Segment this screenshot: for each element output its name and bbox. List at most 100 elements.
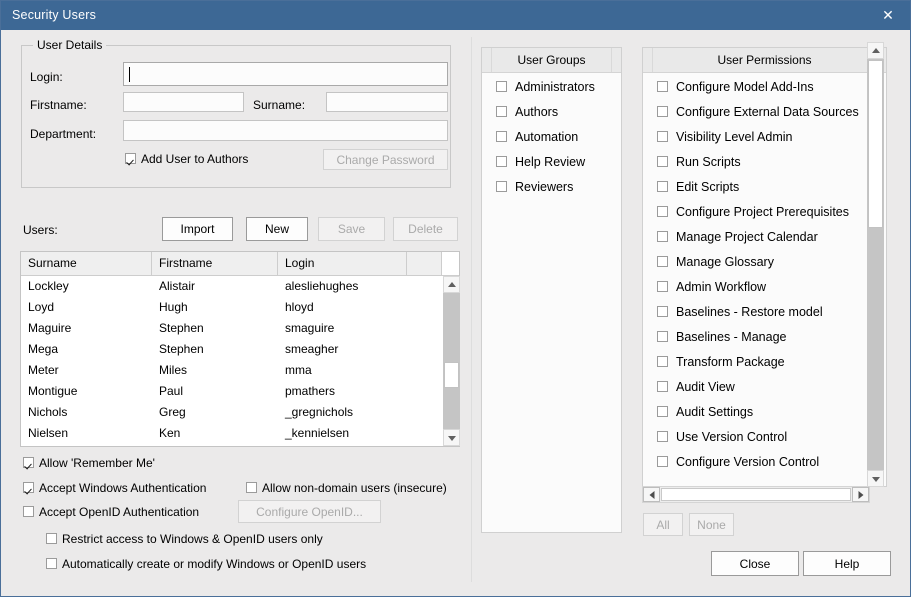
hscrollbar-thumb[interactable] bbox=[661, 488, 851, 501]
checkbox-box[interactable] bbox=[657, 231, 668, 242]
user-group-item[interactable]: Administrators bbox=[482, 75, 621, 100]
checkbox-box[interactable] bbox=[657, 206, 668, 217]
table-row[interactable]: NicholsGreg_gregnichols bbox=[21, 402, 459, 423]
checkbox-box[interactable] bbox=[657, 406, 668, 417]
user-group-item[interactable]: Automation bbox=[482, 125, 621, 150]
column-header-login[interactable]: Login bbox=[278, 252, 407, 275]
table-row[interactable]: MontiguePaulpmathers bbox=[21, 381, 459, 402]
user-permission-item[interactable]: Audit View bbox=[643, 375, 886, 400]
select-all-button[interactable]: All bbox=[643, 513, 683, 536]
change-password-button[interactable]: Change Password bbox=[323, 149, 448, 170]
users-table[interactable]: Surname Firstname Login LockleyAlistaira… bbox=[20, 251, 460, 447]
user-permission-item[interactable]: Manage Project Calendar bbox=[643, 225, 886, 250]
user-permission-item[interactable]: Audit Settings bbox=[643, 400, 886, 425]
checkbox-box[interactable] bbox=[657, 381, 668, 392]
checkbox-box[interactable] bbox=[657, 81, 668, 92]
checkbox-box[interactable] bbox=[657, 106, 668, 117]
scroll-right-button[interactable] bbox=[852, 487, 869, 502]
scrollbar-thumb[interactable] bbox=[868, 60, 883, 228]
table-row[interactable]: NielsenKen_kennielsen bbox=[21, 423, 459, 444]
checkbox-box[interactable] bbox=[657, 456, 668, 467]
user-permission-item[interactable]: Edit Scripts bbox=[643, 175, 886, 200]
scroll-down-button[interactable] bbox=[443, 429, 460, 446]
table-row[interactable]: MegaStephensmeagher bbox=[21, 339, 459, 360]
add-user-to-authors-checkbox[interactable]: Add User to Authors bbox=[125, 152, 248, 166]
close-button[interactable]: Close bbox=[711, 551, 799, 576]
scroll-up-button[interactable] bbox=[867, 42, 884, 59]
column-header-firstname[interactable]: Firstname bbox=[152, 252, 278, 275]
user-permission-item[interactable]: Baselines - Restore model bbox=[643, 300, 886, 325]
header-grip-right[interactable] bbox=[611, 48, 612, 72]
scroll-down-button[interactable] bbox=[867, 470, 884, 487]
accept-openid-auth-checkbox[interactable]: Accept OpenID Authentication bbox=[23, 505, 199, 519]
save-button[interactable]: Save bbox=[318, 217, 385, 241]
user-group-item[interactable]: Reviewers bbox=[482, 175, 621, 200]
checkbox-box[interactable] bbox=[657, 256, 668, 267]
new-button[interactable]: New bbox=[246, 217, 308, 241]
allow-non-domain-users-checkbox[interactable]: Allow non-domain users (insecure) bbox=[246, 481, 447, 495]
user-permission-label: Transform Package bbox=[676, 355, 785, 369]
user-permission-item[interactable]: Admin Workflow bbox=[643, 275, 886, 300]
checkbox-box[interactable] bbox=[496, 156, 507, 167]
checkbox-box[interactable] bbox=[657, 131, 668, 142]
user-permission-item[interactable]: Configure Model Add-Ins bbox=[643, 75, 886, 100]
scrollbar-track[interactable] bbox=[443, 293, 460, 429]
delete-button[interactable]: Delete bbox=[393, 217, 458, 241]
header-grip-left[interactable] bbox=[491, 48, 492, 72]
checkbox-box[interactable] bbox=[657, 306, 668, 317]
configure-openid-button[interactable]: Configure OpenID... bbox=[238, 500, 381, 523]
user-permission-item[interactable]: Manage Glossary bbox=[643, 250, 886, 275]
column-header-surname[interactable]: Surname bbox=[21, 252, 152, 275]
checkbox-box[interactable] bbox=[657, 181, 668, 192]
restrict-access-checkbox[interactable]: Restrict access to Windows & OpenID user… bbox=[46, 532, 323, 546]
table-cell: Stephen bbox=[152, 339, 278, 360]
users-label: Users: bbox=[23, 223, 58, 237]
checkbox-box[interactable] bbox=[657, 331, 668, 342]
select-none-button[interactable]: None bbox=[689, 513, 734, 536]
scrollbar-thumb[interactable] bbox=[444, 362, 459, 388]
department-input[interactable] bbox=[123, 120, 448, 141]
user-permission-item[interactable]: Run Scripts bbox=[643, 150, 886, 175]
table-row[interactable]: LoydHughhloyd bbox=[21, 297, 459, 318]
user-permission-item[interactable]: Use Version Control bbox=[643, 425, 886, 450]
header-grip-left[interactable] bbox=[652, 48, 653, 72]
auto-create-modify-checkbox[interactable]: Automatically create or modify Windows o… bbox=[46, 557, 366, 571]
user-permission-item[interactable]: Configure Project Prerequisites bbox=[643, 200, 886, 225]
table-row[interactable]: MaguireStephensmaguire bbox=[21, 318, 459, 339]
login-input[interactable] bbox=[123, 62, 448, 86]
scroll-left-button[interactable] bbox=[643, 487, 660, 502]
users-table-scrollbar[interactable] bbox=[443, 276, 460, 446]
user-permissions-title: User Permissions bbox=[643, 53, 886, 67]
user-permission-item[interactable]: Baselines - Manage bbox=[643, 325, 886, 350]
help-button[interactable]: Help bbox=[803, 551, 891, 576]
user-group-item[interactable]: Authors bbox=[482, 100, 621, 125]
firstname-input[interactable] bbox=[123, 92, 244, 112]
checkbox-box[interactable] bbox=[496, 106, 507, 117]
surname-input[interactable] bbox=[326, 92, 448, 112]
checkbox-box[interactable] bbox=[657, 356, 668, 367]
close-icon[interactable]: ✕ bbox=[866, 1, 910, 30]
table-row[interactable]: MeterMilesmma bbox=[21, 360, 459, 381]
save-label: Save bbox=[319, 218, 384, 241]
allow-remember-me-checkbox[interactable]: Allow 'Remember Me' bbox=[23, 456, 155, 470]
accept-windows-auth-checkbox[interactable]: Accept Windows Authentication bbox=[23, 481, 206, 495]
table-cell: Greg bbox=[152, 402, 278, 423]
user-permission-item[interactable]: Configure External Data Sources bbox=[643, 100, 886, 125]
permissions-scrollbar[interactable] bbox=[867, 42, 884, 487]
checkbox-box[interactable] bbox=[496, 131, 507, 142]
user-permission-item[interactable]: Configure Version Control bbox=[643, 450, 886, 475]
checkbox-box[interactable] bbox=[657, 281, 668, 292]
user-permission-item[interactable]: Visibility Level Admin bbox=[643, 125, 886, 150]
user-permission-label: Manage Glossary bbox=[676, 255, 774, 269]
table-row[interactable]: LockleyAlistairalesliehughes bbox=[21, 276, 459, 297]
checkbox-box[interactable] bbox=[496, 81, 507, 92]
permissions-hscrollbar[interactable] bbox=[642, 486, 870, 503]
checkbox-box[interactable] bbox=[496, 181, 507, 192]
checkbox-box[interactable] bbox=[657, 156, 668, 167]
column-header-blank[interactable] bbox=[407, 252, 442, 275]
user-group-item[interactable]: Help Review bbox=[482, 150, 621, 175]
scroll-up-button[interactable] bbox=[443, 276, 460, 293]
import-button[interactable]: Import bbox=[162, 217, 233, 241]
checkbox-box[interactable] bbox=[657, 431, 668, 442]
user-permission-item[interactable]: Transform Package bbox=[643, 350, 886, 375]
